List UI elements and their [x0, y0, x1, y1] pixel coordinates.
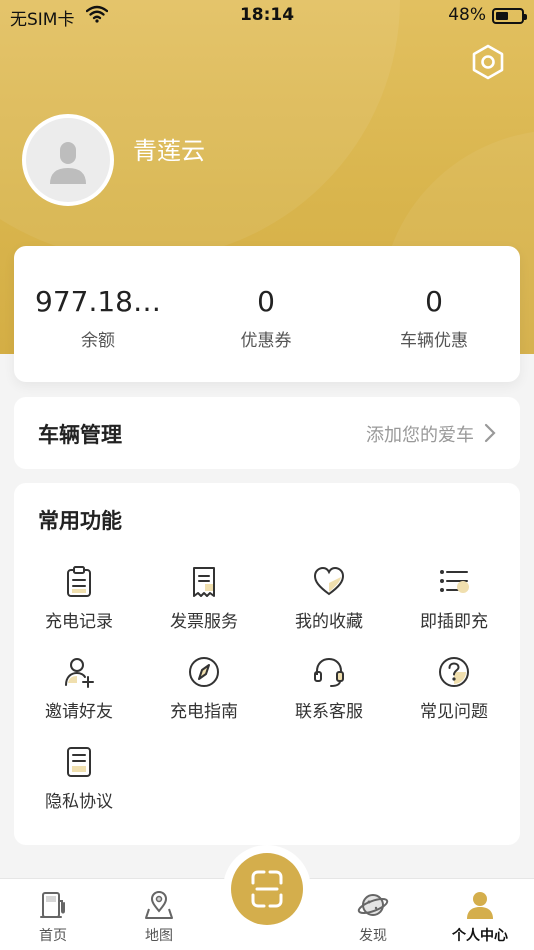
clipboard-icon	[67, 566, 91, 597]
function-label: 充电记录	[45, 612, 113, 632]
tab-discover[interactable]: 发现	[328, 889, 418, 945]
vehicle-management-row[interactable]: 车辆管理 添加您的爱车	[14, 397, 520, 469]
function-label: 我的收藏	[295, 612, 363, 632]
coupon-label: 优惠券	[240, 331, 292, 351]
function-label: 发票服务	[170, 612, 238, 632]
balance-label: 余额	[81, 331, 115, 351]
tab-home[interactable]: 首页	[8, 889, 98, 945]
battery-fill	[496, 12, 508, 20]
function-label: 邀请好友	[45, 702, 113, 722]
tab-label: 个人中心	[452, 928, 508, 944]
add-user-icon	[65, 658, 94, 688]
tab-label: 首页	[39, 928, 67, 944]
charger-icon	[40, 892, 65, 918]
tab-personal-center[interactable]: 个人中心	[435, 889, 525, 945]
question-icon	[439, 657, 469, 687]
scan-button[interactable]	[231, 853, 303, 925]
faq-button[interactable]: 常见问题	[391, 655, 517, 722]
tab-label: 发现	[359, 928, 387, 944]
settings-hexagon-icon	[472, 44, 504, 80]
function-label: 即插即充	[420, 612, 488, 632]
favorites-button[interactable]: 我的收藏	[266, 565, 392, 632]
chevron-right-icon	[484, 423, 496, 443]
balance-stat[interactable]: 977.18… 余额	[14, 284, 182, 351]
battery-percent: 48%	[448, 5, 486, 25]
username: 青莲云	[133, 137, 205, 165]
charging-records-button[interactable]: 充电记录	[16, 565, 142, 632]
coupon-value: 0	[257, 285, 275, 318]
scan-icon	[251, 870, 283, 908]
coupon-stat[interactable]: 0 优惠券	[182, 284, 350, 351]
default-avatar-icon	[50, 142, 86, 184]
headset-icon	[314, 657, 344, 687]
function-label: 联系客服	[295, 702, 363, 722]
status-bar: 无SIM卡 18:14 48%	[0, 0, 534, 30]
add-vehicle-link[interactable]: 添加您的爱车	[366, 421, 474, 447]
map-pin-icon	[145, 890, 173, 919]
plug-and-charge-button[interactable]: 即插即充	[391, 565, 517, 632]
invoice-service-button[interactable]: 发票服务	[141, 565, 267, 632]
person-icon	[467, 892, 493, 919]
account-stats-card: 977.18… 余额 0 优惠券 0 车辆优惠	[14, 246, 520, 382]
compass-icon	[189, 657, 219, 687]
function-label: 隐私协议	[45, 792, 113, 812]
function-label: 常见问题	[420, 702, 488, 722]
tab-map[interactable]: 地图	[114, 889, 204, 945]
vehicle-discount-value: 0	[425, 285, 443, 318]
battery-icon	[492, 8, 527, 24]
invite-friends-button[interactable]: 邀请好友	[16, 655, 142, 722]
common-functions-card: 常用功能 充电记录 发票服务 我的收藏 即插即充 邀请好友 充电指南 联系客服 …	[14, 483, 520, 845]
vehicle-discount-stat[interactable]: 0 车辆优惠	[350, 284, 518, 351]
receipt-icon	[193, 567, 215, 597]
settings-button[interactable]	[468, 42, 508, 82]
heart-icon	[313, 566, 345, 596]
privacy-agreement-button[interactable]: 隐私协议	[16, 745, 142, 812]
common-functions-title: 常用功能	[38, 509, 122, 533]
function-label: 充电指南	[170, 702, 238, 722]
tab-label: 地图	[145, 928, 173, 944]
planet-icon	[357, 894, 389, 916]
avatar[interactable]	[22, 114, 114, 206]
balance-value: 977.18…	[35, 285, 161, 318]
vehicle-management-title: 车辆管理	[38, 423, 122, 447]
customer-service-button[interactable]: 联系客服	[266, 655, 392, 722]
vehicle-discount-label: 车辆优惠	[400, 331, 468, 351]
list-icon	[440, 570, 469, 593]
charging-guide-button[interactable]: 充电指南	[141, 655, 267, 722]
document-icon	[67, 747, 91, 777]
